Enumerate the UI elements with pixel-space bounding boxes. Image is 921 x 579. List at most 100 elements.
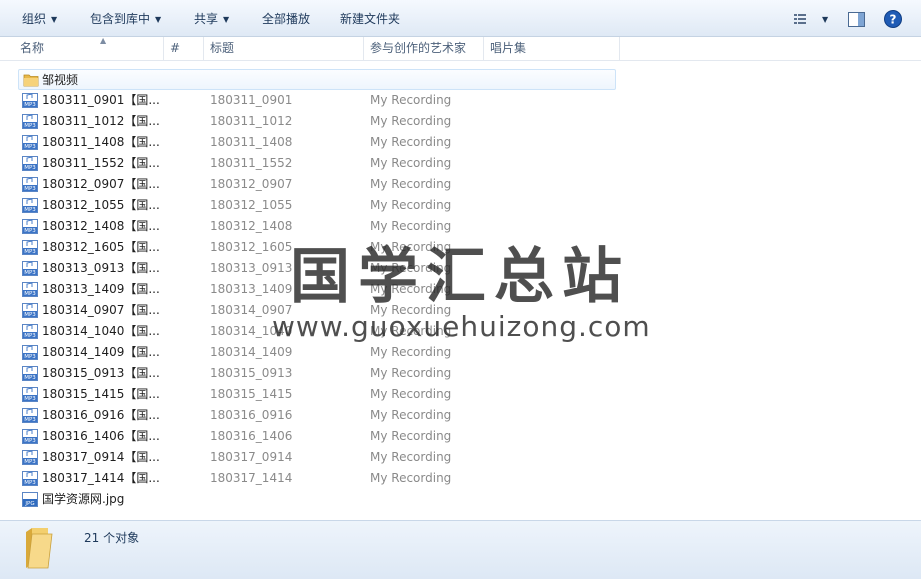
file-name: 180312_1055【国...	[42, 198, 160, 212]
file-row[interactable]: MP3 180312_1055【国... 180312_1055 My Recordi…	[0, 195, 921, 216]
file-row[interactable]: MP3 180312_1605【国... 180312_1605 My Recordi…	[0, 237, 921, 258]
file-row[interactable]: MP3 180316_1406【国... 180316_1406 My Recordi…	[0, 426, 921, 447]
details-pane: 21 个对象	[0, 520, 921, 579]
svg-text:MP3: MP3	[24, 291, 36, 297]
file-artist: My Recording	[370, 471, 452, 485]
share-button[interactable]: 共享 ▼	[194, 9, 229, 29]
play-all-button[interactable]: 全部播放	[262, 9, 310, 29]
preview-pane-icon	[848, 11, 865, 27]
file-row[interactable]: MP3 180314_1409【国... 180314_1409 My Recordi…	[0, 342, 921, 363]
file-artist: My Recording	[370, 135, 452, 149]
mp3-file-icon: MP3	[22, 282, 38, 297]
file-name: 180311_1012【国...	[42, 114, 160, 128]
file-row[interactable]: MP3 180317_0914【国... 180317_0914 My Recordi…	[0, 447, 921, 468]
file-row[interactable]: MP3 180317_1414【国... 180317_1414 My Recordi…	[0, 468, 921, 489]
svg-text:MP3: MP3	[24, 417, 36, 423]
mp3-file-icon: MP3	[22, 219, 38, 234]
view-list-icon	[794, 14, 806, 24]
file-title: 180316_1406	[210, 429, 293, 443]
mp3-file-icon: MP3	[22, 114, 38, 129]
help-button[interactable]: ?	[884, 9, 902, 29]
folder-icon	[23, 74, 39, 87]
column-header-bar: 名称 ▲ # 标题 参与创作的艺术家 唱片集	[0, 36, 921, 61]
column-artist[interactable]: 参与创作的艺术家	[364, 37, 484, 60]
file-row[interactable]: MP3 180311_0901【国... 180311_0901 My Recordi…	[0, 90, 921, 111]
svg-text:MP3: MP3	[24, 102, 36, 108]
chevron-down-icon: ▼	[822, 14, 829, 24]
file-row[interactable]: MP3 180312_1408【国... 180312_1408 My Recordi…	[0, 216, 921, 237]
file-name: 180315_0913【国...	[42, 366, 160, 380]
file-artist: My Recording	[370, 387, 452, 401]
column-name[interactable]: 名称 ▲	[14, 36, 164, 60]
file-name: 180312_1605【国...	[42, 240, 160, 254]
file-name: 180311_1552【国...	[42, 156, 160, 170]
svg-text:MP3: MP3	[24, 333, 36, 339]
svg-text:MP3: MP3	[24, 144, 36, 150]
file-row[interactable]: MP3 180312_0907【国... 180312_0907 My Recordi…	[0, 174, 921, 195]
mp3-file-icon: MP3	[22, 450, 38, 465]
svg-text:MP3: MP3	[24, 459, 36, 465]
folder-large-icon	[26, 528, 53, 569]
file-name: 180314_1040【国...	[42, 324, 160, 338]
mp3-file-icon: MP3	[22, 387, 38, 402]
file-artist: My Recording	[370, 282, 452, 296]
file-artist: My Recording	[370, 303, 452, 317]
organize-button[interactable]: 组织 ▼	[22, 9, 57, 29]
file-row[interactable]: MP3 180313_1409【国... 180313_1409 My Recordi…	[0, 279, 921, 300]
svg-text:MP3: MP3	[24, 165, 36, 171]
file-row[interactable]: MP3 180313_0913【国... 180313_0913 My Recordi…	[0, 258, 921, 279]
file-name: 180312_0907【国...	[42, 177, 160, 191]
new-folder-button[interactable]: 新建文件夹	[340, 9, 400, 29]
folder-row-selected[interactable]: 邹视频	[18, 69, 616, 90]
chevron-down-icon: ▼	[51, 15, 58, 24]
svg-text:MP3: MP3	[24, 186, 36, 192]
file-title: 180312_1408	[210, 219, 293, 233]
file-title: 180312_1605	[210, 240, 293, 254]
svg-text:MP3: MP3	[24, 207, 36, 213]
column-number[interactable]: #	[164, 37, 204, 60]
file-row[interactable]: MP3 180314_0907【国... 180314_0907 My Recordi…	[0, 300, 921, 321]
svg-text:MP3: MP3	[24, 228, 36, 234]
mp3-file-icon: MP3	[22, 156, 38, 171]
file-name: 180317_1414【国...	[42, 471, 160, 485]
file-row[interactable]: MP3 180314_1040【国... 180314_1040 My Recordi…	[0, 321, 921, 342]
file-title: 180311_1408	[210, 135, 293, 149]
include-in-library-button[interactable]: 包含到库中 ▼	[90, 9, 161, 29]
file-row[interactable]: MP3 180311_1012【国... 180311_1012 My Recordi…	[0, 111, 921, 132]
file-name: 180311_0901【国...	[42, 93, 160, 107]
file-artist: My Recording	[370, 450, 452, 464]
column-title[interactable]: 标题	[204, 37, 364, 60]
file-name: 180314_0907【国...	[42, 303, 160, 317]
file-title: 180316_0916	[210, 408, 293, 422]
file-artist: My Recording	[370, 240, 452, 254]
jpg-file-icon: JPG	[22, 492, 38, 507]
chevron-down-icon: ▼	[223, 15, 230, 24]
mp3-file-icon: MP3	[22, 303, 38, 318]
column-album[interactable]: 唱片集	[484, 37, 620, 60]
file-title: 180314_1409	[210, 345, 293, 359]
file-name: 180311_1408【国...	[42, 135, 160, 149]
file-name: 180313_1409【国...	[42, 282, 160, 296]
preview-pane-button[interactable]	[848, 9, 865, 29]
svg-text:MP3: MP3	[24, 249, 36, 255]
image-file-row[interactable]: JPG 国学资源网.jpg	[0, 489, 921, 510]
file-name: 180314_1409【国...	[42, 345, 160, 359]
mp3-file-icon: MP3	[22, 366, 38, 381]
chevron-down-icon: ▼	[155, 15, 162, 24]
file-title: 180317_1414	[210, 471, 293, 485]
mp3-file-icon: MP3	[22, 471, 38, 486]
file-title: 180313_0913	[210, 261, 293, 275]
file-row[interactable]: MP3 180311_1408【国... 180311_1408 My Recordi…	[0, 132, 921, 153]
file-row[interactable]: MP3 180315_0913【国... 180315_0913 My Recordi…	[0, 363, 921, 384]
file-title: 180313_1409	[210, 282, 293, 296]
file-row[interactable]: MP3 180315_1415【国... 180315_1415 My Recordi…	[0, 384, 921, 405]
item-count: 21 个对象	[84, 531, 140, 545]
mp3-file-icon: MP3	[22, 324, 38, 339]
file-row[interactable]: MP3 180316_0916【国... 180316_0916 My Recordi…	[0, 405, 921, 426]
file-artist: My Recording	[370, 345, 452, 359]
mp3-file-icon: MP3	[22, 408, 38, 423]
help-icon: ?	[884, 10, 902, 28]
file-row[interactable]: MP3 180311_1552【国... 180311_1552 My Recordi…	[0, 153, 921, 174]
mp3-file-icon: MP3	[22, 135, 38, 150]
view-options-button[interactable]: ▼	[794, 9, 828, 29]
